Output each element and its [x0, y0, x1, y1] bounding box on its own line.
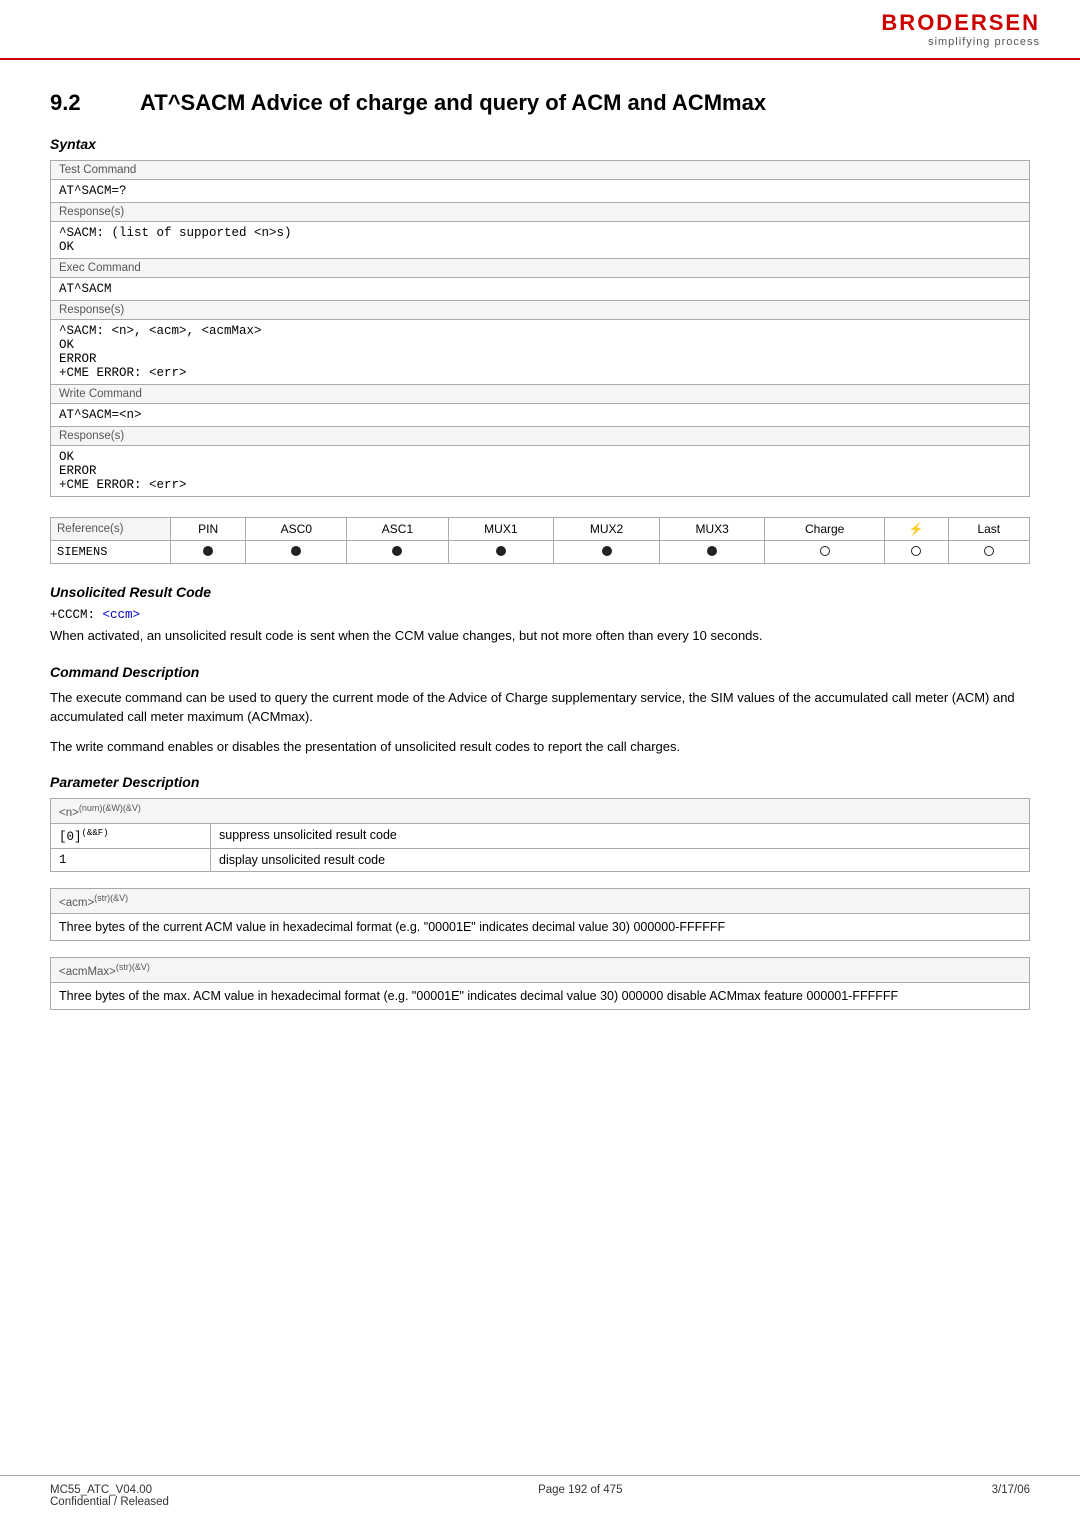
footer-right: 3/17/06	[992, 1484, 1030, 1508]
ref-col-special: ⚡	[884, 518, 948, 541]
param-n-val1: 1	[51, 848, 211, 871]
dot-filled-mux1	[496, 546, 506, 556]
header: BRODERSEN simplifying process	[0, 0, 1080, 60]
param-n-desc1: display unsolicited result code	[211, 848, 1030, 871]
param-acm-header: <acm>(str)(&V)	[51, 888, 1030, 913]
ref-dot-special	[884, 541, 948, 564]
dot-filled-asc1	[392, 546, 402, 556]
param-acm-desc: Three bytes of the current ACM value in …	[51, 913, 1030, 940]
section-title: AT^SACM Advice of charge and query of AC…	[140, 90, 766, 116]
section-number: 9.2	[50, 90, 110, 116]
param-n-val0: [0](&&F)	[51, 823, 211, 848]
reference-label: Reference(s)	[51, 518, 171, 541]
footer-center: Page 192 of 475	[538, 1484, 622, 1508]
param-n-header: <n>(num)(&W)(&V)	[51, 799, 1030, 824]
footer-left: MC55_ATC_V04.00 Confidential / Released	[50, 1484, 169, 1508]
dot-filled-pin	[203, 546, 213, 556]
ref-col-last: Last	[948, 518, 1029, 541]
ref-dot-mux1	[448, 541, 554, 564]
write-command-label: Write Command	[51, 385, 1030, 404]
cmd-desc-para2: The write command enables or disables th…	[50, 737, 1030, 757]
ref-dot-pin	[171, 541, 246, 564]
logo-name: BRODERSEN	[881, 10, 1040, 36]
param-acmmax-table: <acmMax>(str)(&V) Three bytes of the max…	[50, 957, 1030, 1010]
ref-col-charge: Charge	[765, 518, 884, 541]
ref-col-mux2: MUX2	[554, 518, 660, 541]
logo-tagline: simplifying process	[881, 36, 1040, 48]
test-resp-2: OK	[59, 240, 74, 254]
dot-empty-last	[984, 546, 994, 556]
dot-empty-charge	[820, 546, 830, 556]
dot-empty-special	[911, 546, 921, 556]
logo-area: BRODERSEN simplifying process	[881, 10, 1040, 48]
parameter-description-section: Parameter Description <n>(num)(&W)(&V) […	[50, 774, 1030, 1010]
write-responses-label: Response(s)	[51, 427, 1030, 446]
dot-filled-mux2	[602, 546, 612, 556]
cmd-desc-para1: The execute command can be used to query…	[50, 688, 1030, 727]
urc-label: Unsolicited Result Code	[50, 584, 1030, 600]
ref-col-asc1: ASC1	[347, 518, 448, 541]
param-acmmax-header: <acmMax>(str)(&V)	[51, 957, 1030, 982]
ref-dot-mux2	[554, 541, 660, 564]
command-description-section: Command Description The execute command …	[50, 664, 1030, 757]
syntax-label: Syntax	[50, 136, 1030, 152]
ref-col-pin: PIN	[171, 518, 246, 541]
footer-left-line1: MC55_ATC_V04.00	[50, 1484, 169, 1496]
test-responses-label: Response(s)	[51, 203, 1030, 222]
param-n-table: <n>(num)(&W)(&V) [0](&&F) suppress unsol…	[50, 798, 1030, 872]
ref-col-mux1: MUX1	[448, 518, 554, 541]
test-responses: ^SACM: (list of supported <n>s) OK	[51, 222, 1030, 259]
write-responses: OK ERROR +CME ERROR: <err>	[51, 446, 1030, 497]
exec-responses: ^SACM: <n>, <acm>, <acmMax> OK ERROR +CM…	[51, 320, 1030, 385]
ref-dot-asc0	[246, 541, 347, 564]
write-command-code: AT^SACM=<n>	[51, 404, 1030, 427]
exec-command-code: AT^SACM	[51, 278, 1030, 301]
urc-section: Unsolicited Result Code +CCCM: <ccm> Whe…	[50, 584, 1030, 646]
exec-command-label: Exec Command	[51, 259, 1030, 278]
param-n-desc0: suppress unsolicited result code	[211, 823, 1030, 848]
test-resp-1: ^SACM: (list of supported <n>s)	[59, 226, 292, 240]
footer-left-line2: Confidential / Released	[50, 1496, 169, 1508]
ref-col-asc0: ASC0	[246, 518, 347, 541]
section-heading: 9.2 AT^SACM Advice of charge and query o…	[50, 90, 1030, 116]
reference-table: Reference(s) PIN ASC0 ASC1 MUX1 MUX2 MUX…	[50, 517, 1030, 564]
page-container: BRODERSEN simplifying process 9.2 AT^SAC…	[0, 0, 1080, 1528]
param-desc-label: Parameter Description	[50, 774, 1030, 790]
dot-filled-mux3	[707, 546, 717, 556]
ref-dot-last	[948, 541, 1029, 564]
main-content: 9.2 AT^SACM Advice of charge and query o…	[0, 60, 1080, 1086]
urc-description: When activated, an unsolicited result co…	[50, 626, 1030, 646]
urc-link[interactable]: <ccm>	[103, 608, 141, 622]
reference-value: SIEMENS	[51, 541, 171, 564]
ref-dot-asc1	[347, 541, 448, 564]
test-command-label: Test Command	[51, 161, 1030, 180]
exec-responses-label: Response(s)	[51, 301, 1030, 320]
ref-dot-charge	[765, 541, 884, 564]
dot-filled-asc0	[291, 546, 301, 556]
syntax-table: Test Command AT^SACM=? Response(s) ^SACM…	[50, 160, 1030, 497]
ref-dot-mux3	[659, 541, 765, 564]
cmd-desc-label: Command Description	[50, 664, 1030, 680]
param-acmmax-desc: Three bytes of the max. ACM value in hex…	[51, 982, 1030, 1009]
urc-code: +CCCM: <ccm>	[50, 608, 1030, 622]
ref-col-mux3: MUX3	[659, 518, 765, 541]
test-command-code: AT^SACM=?	[51, 180, 1030, 203]
footer: MC55_ATC_V04.00 Confidential / Released …	[0, 1475, 1080, 1508]
param-acm-table: <acm>(str)(&V) Three bytes of the curren…	[50, 888, 1030, 941]
